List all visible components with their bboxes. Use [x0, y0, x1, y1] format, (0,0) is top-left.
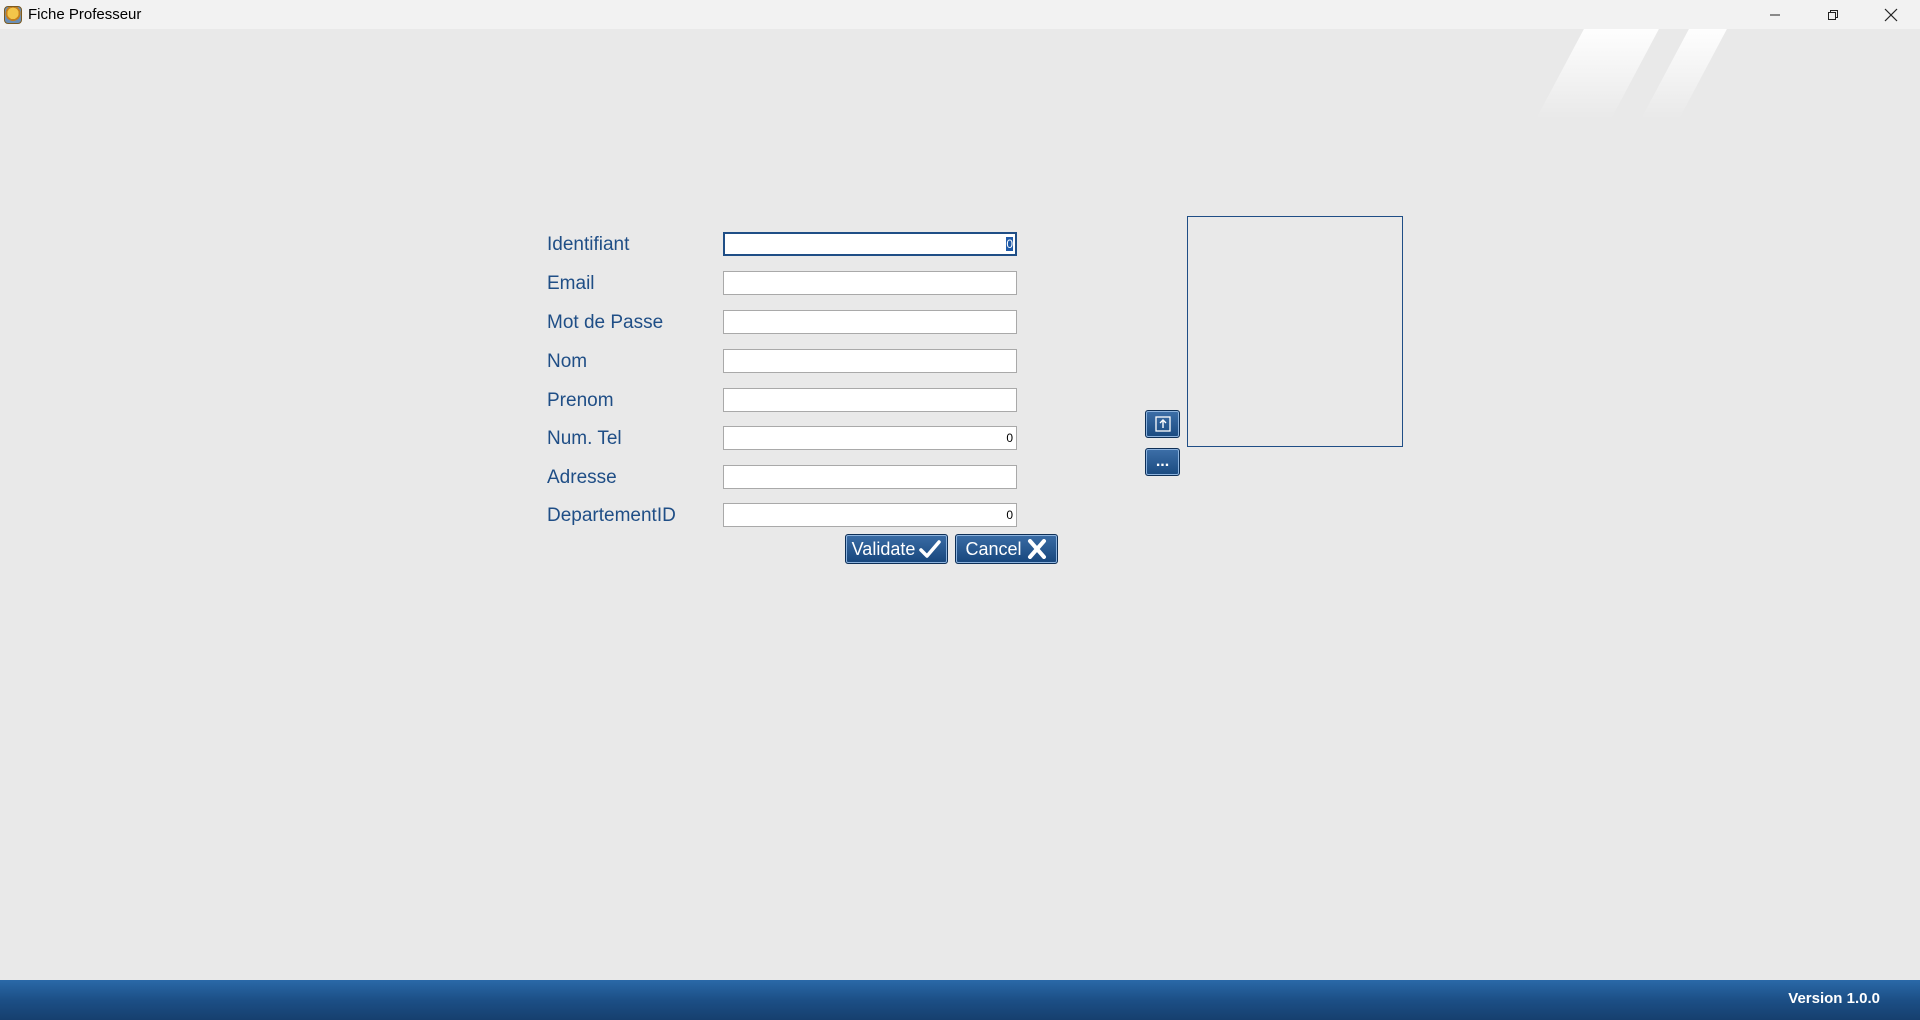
minimize-icon [1770, 14, 1780, 15]
minimize-button[interactable] [1746, 0, 1804, 29]
email-field[interactable] [723, 271, 1017, 295]
tel-label: Num. Tel [547, 428, 622, 449]
email-label: Email [547, 273, 595, 294]
password-label: Mot de Passe [547, 312, 664, 333]
window-controls [1746, 0, 1920, 29]
close-button[interactable] [1862, 0, 1920, 29]
x-icon [1027, 539, 1046, 559]
title-bar: Fiche Professeur [0, 0, 1920, 29]
cancel-label: Cancel [965, 538, 1022, 559]
identifiant-field[interactable]: 0 [723, 232, 1017, 256]
status-bar: Version 1.0.0 [0, 980, 1920, 1020]
version-label: Version 1.0.0 [1788, 990, 1880, 1007]
decor-stripe [1641, 29, 1727, 119]
departement-label: DepartementID [547, 505, 676, 526]
password-field[interactable] [723, 310, 1017, 334]
validate-button[interactable]: Validate [845, 534, 948, 564]
cancel-button[interactable]: Cancel [955, 534, 1058, 564]
browse-photo-button[interactable]: ... [1145, 448, 1180, 476]
validate-label: Validate [851, 538, 916, 559]
image-upload-icon [1154, 416, 1171, 432]
adresse-label: Adresse [547, 467, 617, 488]
prenom-field[interactable] [723, 388, 1017, 412]
adresse-field[interactable] [723, 465, 1017, 489]
decor-stripe [1536, 29, 1659, 119]
app-icon [4, 5, 22, 24]
check-icon [919, 540, 942, 558]
restore-icon [1828, 9, 1838, 20]
load-photo-button[interactable] [1145, 410, 1180, 438]
identifiant-label: Identifiant [547, 234, 630, 255]
tel-field[interactable] [723, 426, 1017, 450]
restore-button[interactable] [1804, 0, 1862, 29]
nom-field[interactable] [723, 349, 1017, 373]
departement-field[interactable] [723, 503, 1017, 527]
photo-preview [1187, 216, 1403, 447]
prenom-label: Prenom [547, 390, 614, 411]
nom-label: Nom [547, 351, 588, 372]
window-title: Fiche Professeur [28, 6, 142, 23]
browse-label: ... [1155, 453, 1170, 470]
close-icon [1884, 8, 1898, 21]
